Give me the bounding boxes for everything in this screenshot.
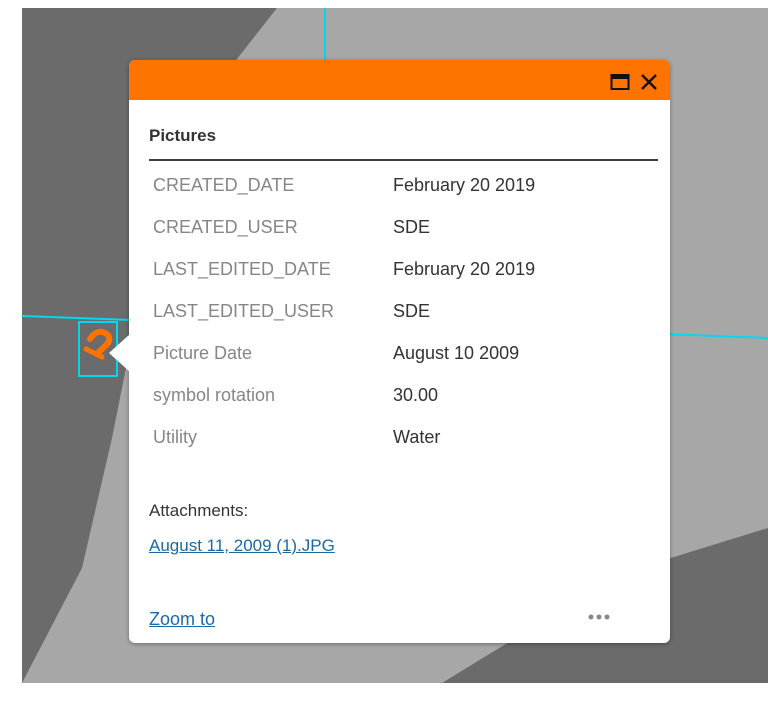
more-actions-button[interactable] xyxy=(579,605,635,629)
popup-pointer xyxy=(109,335,129,371)
attribute-label: Utility xyxy=(153,427,197,447)
attribute-value: 30.00 xyxy=(393,385,439,405)
attribute-value: SDE xyxy=(393,301,431,321)
close-button[interactable] xyxy=(639,72,659,92)
more-dots-icon xyxy=(588,614,610,620)
attachment-link[interactable]: August 11, 2009 (1).JPG xyxy=(149,536,335,556)
attribute-label: Picture Date xyxy=(153,343,253,363)
picture-marker-icon xyxy=(83,328,113,360)
attribute-value: Water xyxy=(393,427,441,447)
attribute-value: August 10 2009 xyxy=(393,343,520,363)
attribute-value: February 20 2019 xyxy=(393,259,536,279)
attribute-value: SDE xyxy=(393,217,431,237)
attachments-label: Attachments: xyxy=(149,501,249,520)
popup-title: Pictures xyxy=(149,126,217,145)
popup-window: Pictures CREATED_DATE February 20 2019 C… xyxy=(109,60,670,643)
title-divider xyxy=(149,159,658,161)
maximize-button[interactable] xyxy=(610,72,630,92)
maximize-icon xyxy=(610,74,630,90)
parcel-line-right xyxy=(661,333,768,339)
attribute-label: LAST_EDITED_DATE xyxy=(153,259,331,279)
attribute-label: CREATED_USER xyxy=(153,217,298,237)
zoom-to-link[interactable]: Zoom to xyxy=(149,608,215,630)
attribute-value: February 20 2019 xyxy=(393,175,536,195)
attribute-label: LAST_EDITED_USER xyxy=(153,301,335,321)
close-icon xyxy=(641,74,657,90)
popup-header xyxy=(129,60,670,100)
attribute-label: symbol rotation xyxy=(153,385,276,405)
attribute-label: CREATED_DATE xyxy=(153,175,295,195)
